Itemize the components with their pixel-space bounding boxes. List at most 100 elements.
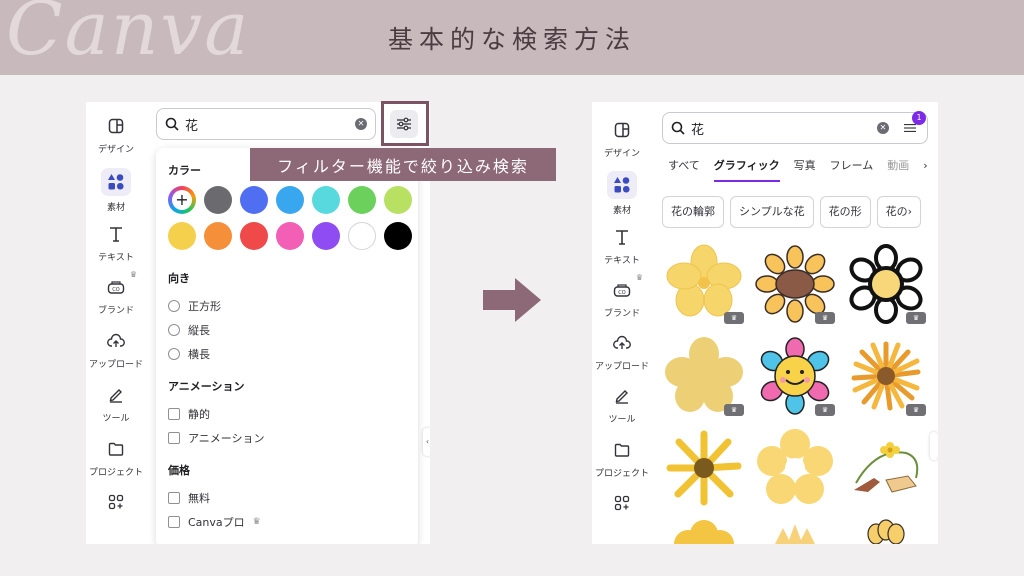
option-label: 横長 xyxy=(188,348,210,361)
filter-button-highlight xyxy=(381,101,429,146)
color-swatch[interactable] xyxy=(276,222,304,250)
option-label: 縦長 xyxy=(188,324,210,337)
color-swatch[interactable] xyxy=(204,186,232,214)
checkbox[interactable] xyxy=(168,432,180,444)
orientation-option[interactable]: 縦長 xyxy=(168,318,406,342)
color-swatch[interactable] xyxy=(276,186,304,214)
suggestion-chip[interactable]: 花の› xyxy=(876,196,922,228)
rail-item-brand[interactable]: CO ♛ ブランド xyxy=(86,270,146,329)
filter-button[interactable]: 1 xyxy=(903,110,926,138)
orientation-section-title: 向き xyxy=(168,272,190,285)
rail-item-text[interactable]: テキスト xyxy=(592,225,652,278)
result-flower-yellow-daisy[interactable] xyxy=(662,426,746,510)
color-swatch[interactable] xyxy=(384,222,412,250)
pen-tool-icon xyxy=(104,383,128,407)
result-flower-brown[interactable]: ♛ xyxy=(753,242,837,326)
search-input[interactable]: 花 ✕ 1 xyxy=(662,110,928,144)
tab-frames[interactable]: フレーム xyxy=(830,158,874,182)
color-swatch[interactable] xyxy=(348,186,376,214)
result-flower-partial[interactable] xyxy=(753,518,837,544)
suggestion-chip[interactable]: 花の形 xyxy=(819,196,871,228)
tab-all[interactable]: すべて xyxy=(668,158,700,182)
animation-option[interactable]: アニメーション xyxy=(168,426,406,450)
elements-icon xyxy=(607,171,637,200)
content-tabs: すべて グラフィック 写真 フレーム 動画 › xyxy=(668,158,928,186)
color-swatch[interactable] xyxy=(240,222,268,250)
rail-label: 素材 xyxy=(612,206,631,217)
orientation-option[interactable]: 横長 xyxy=(168,342,406,366)
pro-crown-badge: ♛ xyxy=(724,312,744,324)
color-swatch[interactable] xyxy=(312,222,340,250)
rail-item-apps[interactable] xyxy=(86,490,146,544)
result-flower-partial[interactable] xyxy=(662,518,746,544)
right-editor-panel: デザイン 素材 テキスト CO ♛ ブランド アップロード ツール プロジェクト… xyxy=(592,102,938,544)
apps-grid-icon xyxy=(104,490,128,514)
tab-videos[interactable]: 動画 xyxy=(887,158,909,182)
text-icon xyxy=(610,225,634,249)
result-flower-partial[interactable] xyxy=(844,518,928,544)
tab-graphics[interactable]: グラフィック xyxy=(713,158,780,182)
search-input[interactable]: 花 ✕ xyxy=(156,108,376,140)
rail-item-design[interactable]: デザイン xyxy=(592,118,652,171)
checkbox[interactable] xyxy=(168,516,180,528)
color-swatch[interactable] xyxy=(312,186,340,214)
checkbox[interactable] xyxy=(168,492,180,504)
pro-crown-badge: ♛ xyxy=(906,404,926,416)
result-flower-simple[interactable] xyxy=(753,426,837,510)
option-label: 静的 xyxy=(188,408,210,421)
collapse-panel-handle[interactable]: ‹ xyxy=(423,428,430,456)
rail-item-tools[interactable]: ツール xyxy=(592,384,652,437)
results-grid: ♛ ♛ ♛ ♛ ♛ ♛ xyxy=(662,242,928,544)
rail-item-upload[interactable]: アップロード xyxy=(592,331,652,384)
result-flower-silhouette[interactable]: ♛ xyxy=(662,334,746,418)
color-swatch[interactable] xyxy=(168,222,196,250)
add-color-swatch[interactable]: + xyxy=(168,186,196,214)
radio-button[interactable] xyxy=(168,348,180,360)
arrow-right-icon xyxy=(483,278,541,322)
collapse-panel-handle[interactable] xyxy=(930,432,938,460)
color-swatch[interactable] xyxy=(384,186,412,214)
checkbox[interactable] xyxy=(168,408,180,420)
rail-label: ブランド xyxy=(603,308,640,319)
rail-item-upload[interactable]: アップロード xyxy=(86,329,146,383)
radio-button[interactable] xyxy=(168,300,180,312)
radio-button[interactable] xyxy=(168,324,180,336)
rail-item-design[interactable]: デザイン xyxy=(86,114,146,168)
result-flower-daisy[interactable]: ♛ xyxy=(844,242,928,326)
suggestion-chip[interactable]: シンプルな花 xyxy=(730,196,814,228)
rail-item-elements[interactable]: 素材 xyxy=(86,167,146,222)
tabs-next-icon[interactable]: › xyxy=(923,158,927,182)
rail-item-projects[interactable]: プロジェクト xyxy=(592,438,652,491)
clear-search-icon[interactable]: ✕ xyxy=(355,118,367,130)
clear-search-icon[interactable]: ✕ xyxy=(877,122,889,134)
yellow-daisy-image xyxy=(666,430,742,506)
result-flower-smiley[interactable]: ♛ xyxy=(753,334,837,418)
folder-icon xyxy=(610,438,634,462)
animation-option[interactable]: 静的 xyxy=(168,402,406,426)
result-flower-hands[interactable] xyxy=(844,426,928,510)
color-swatch[interactable] xyxy=(240,186,268,214)
rail-item-text[interactable]: テキスト xyxy=(86,222,146,276)
rail-item-apps[interactable] xyxy=(592,491,652,544)
rail-label: ツール xyxy=(608,415,636,426)
crown-icon: ♛ xyxy=(129,270,137,280)
result-flower-watercolor[interactable]: ♛ xyxy=(662,242,746,326)
suggestion-chip[interactable]: 花の輪郭 xyxy=(662,196,724,228)
color-swatch[interactable] xyxy=(348,222,376,250)
rail-item-elements[interactable]: 素材 xyxy=(592,171,652,224)
rail-item-brand[interactable]: CO ♛ ブランド xyxy=(592,273,652,331)
orientation-option[interactable]: 正方形 xyxy=(168,294,406,318)
svg-text:CO: CO xyxy=(618,290,625,296)
rail-item-projects[interactable]: プロジェクト xyxy=(86,437,146,491)
result-flower-gerbera[interactable]: ♛ xyxy=(844,334,928,418)
color-swatch-grid: + xyxy=(168,186,412,250)
pen-tool-icon xyxy=(610,384,634,408)
tab-photos[interactable]: 写真 xyxy=(794,158,816,182)
color-swatch[interactable] xyxy=(204,222,232,250)
price-option[interactable]: Canvaプロ ♛ xyxy=(168,510,406,534)
crown-icon: ♛ xyxy=(252,517,261,527)
price-option[interactable]: 無料 xyxy=(168,486,406,510)
rail-item-tools[interactable]: ツール xyxy=(86,383,146,437)
flower-outline-image xyxy=(867,519,905,544)
header-band: Canva 基本的な検索方法 xyxy=(0,0,1024,75)
